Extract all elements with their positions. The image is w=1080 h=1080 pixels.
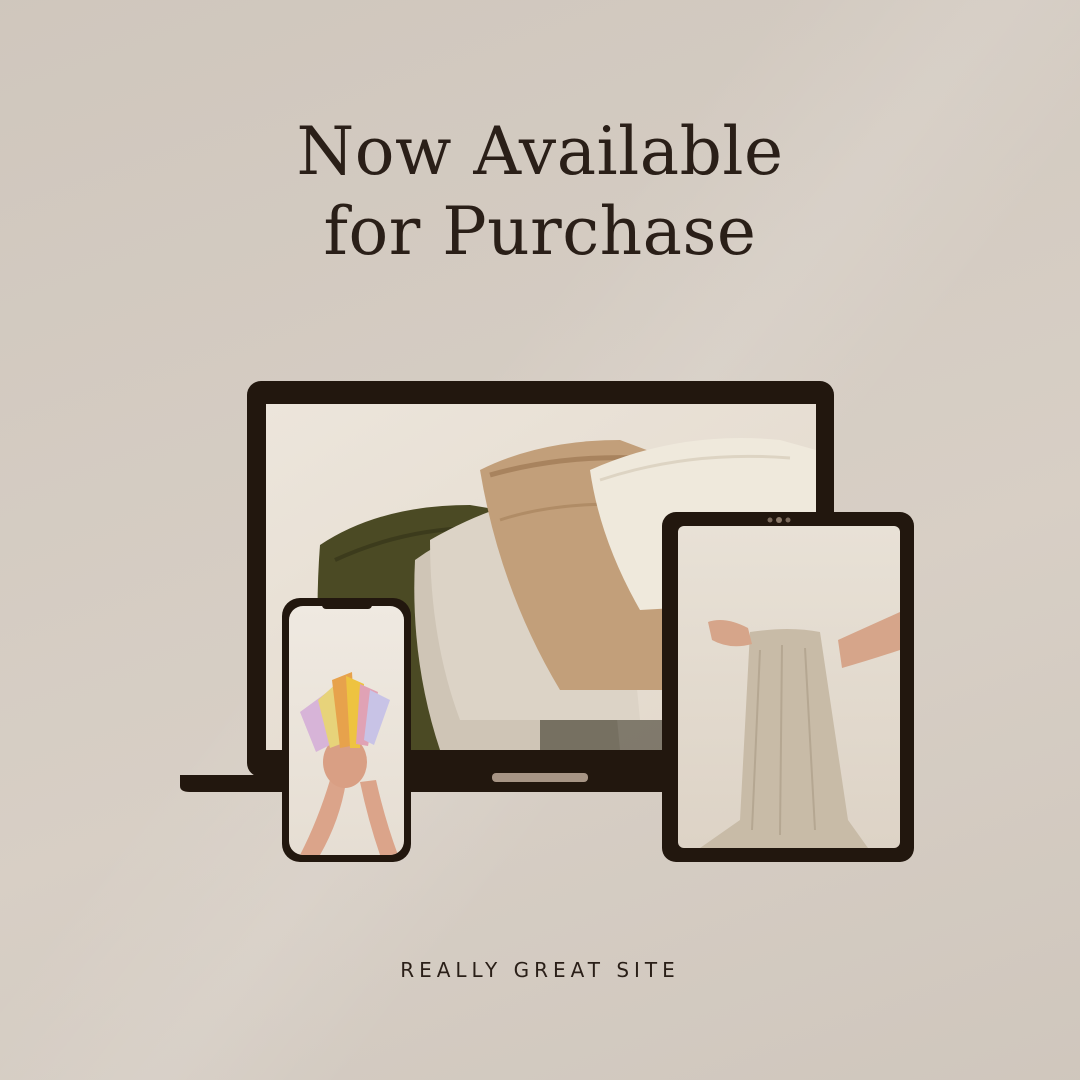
- tablet-sensor: [767, 517, 773, 523]
- tablet: [662, 512, 914, 862]
- site-url: REALLY GREAT SITE: [400, 958, 680, 982]
- tablet-camera-icon: [776, 517, 782, 523]
- tablet-screen-image: [678, 526, 900, 848]
- laptop-trackpad-notch: [492, 773, 588, 782]
- phone-screen-image: [289, 606, 404, 855]
- phone: [282, 598, 411, 862]
- tablet-sensor-2: [785, 517, 791, 523]
- device-mockups: [180, 381, 914, 862]
- phone-notch: [322, 600, 372, 609]
